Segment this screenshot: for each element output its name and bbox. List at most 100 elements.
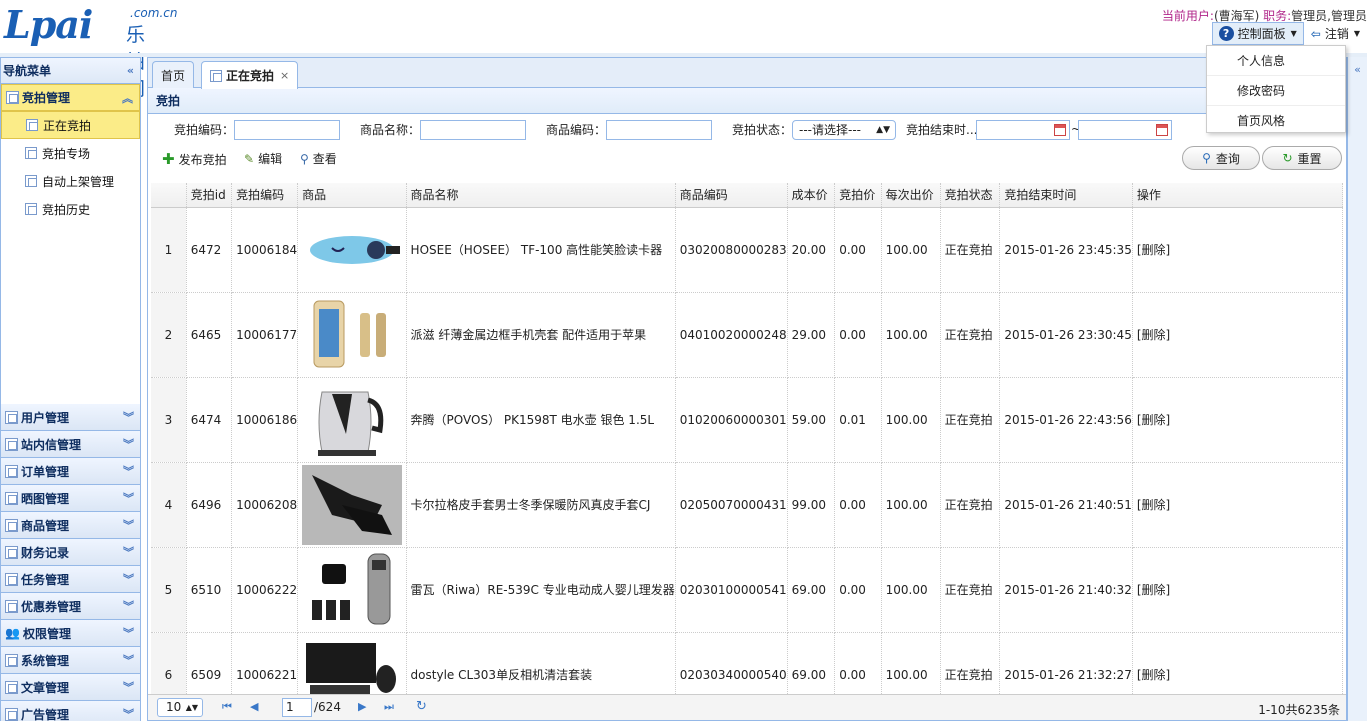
table-row[interactable]: 3 6474 10006186 奔腾（POVOS） PK1598T 电水壶 银色… bbox=[151, 377, 1343, 463]
sidebar-groups: 用户管理 ︾ 站内信管理 ︾ 订单管理 ︾ 晒图管理 ︾ 商品管理 ︾ 财务记录 ︾ 任务管… bbox=[1, 404, 140, 721]
sidebar-group[interactable]: 广告管理 ︾ bbox=[1, 701, 140, 721]
table-row[interactable]: 6 6509 10006221 dostyle CL303单反相机清洁套装 02… bbox=[151, 632, 1343, 696]
main-panel: 首页 正在竞拍 × 竞拍 竞拍编码： 商品名称： 商品编码： 竞拍状态： ---… bbox=[147, 57, 1347, 721]
page-number-input[interactable]: 1 bbox=[282, 698, 312, 717]
collapse-left-icon[interactable]: « bbox=[127, 64, 134, 77]
menu-item-home-theme[interactable]: 首页风格 bbox=[1207, 106, 1345, 136]
first-page-icon[interactable]: ⏮ bbox=[222, 700, 232, 714]
sidebar-group[interactable]: 任务管理 ︾ bbox=[1, 566, 140, 593]
pagination-bar: 10 ▲▼ ⏮ ◀ 1 /624 ▶ ⏭ ↻ 1-10共6235条 bbox=[148, 694, 1346, 720]
row-number: 4 bbox=[151, 462, 187, 548]
sidebar-group[interactable]: 优惠券管理 ︾ bbox=[1, 593, 140, 620]
table-row[interactable]: 2 6465 10006177 派滋 纤薄金属边框手机壳套 配件适用于苹果 04… bbox=[151, 292, 1343, 378]
end-time: 2015-01-26 21:40:32 bbox=[999, 547, 1133, 633]
table-row[interactable]: 5 6510 10006222 雷瓦（Riwa）RE-539C 专业电动成人婴儿… bbox=[151, 547, 1343, 633]
product-code-input[interactable] bbox=[606, 120, 712, 140]
end-time-to-input[interactable] bbox=[1078, 120, 1172, 140]
column-header[interactable]: 商品 bbox=[297, 183, 407, 208]
control-panel-button[interactable]: ? 控制面板 ▼ bbox=[1211, 22, 1304, 45]
product-name: 卡尔拉格皮手套男士冬季保暖防风真皮手套CJ bbox=[406, 462, 676, 548]
auction-code-input[interactable] bbox=[234, 120, 340, 140]
calendar-icon[interactable] bbox=[1054, 124, 1066, 136]
auction-price: 0.01 bbox=[834, 377, 882, 463]
auction-table: 竞拍id 竞拍编码 商品 商品名称 商品编码 成本价 竞拍价 每次出价 竞拍状态… bbox=[151, 183, 1343, 696]
logout-button[interactable]: ⇦ 注销 ▼ bbox=[1304, 22, 1367, 45]
delete-link[interactable]: [删除] bbox=[1132, 207, 1343, 293]
sidebar-item-auto-listing[interactable]: 自动上架管理 bbox=[1, 167, 140, 195]
page-size-value: 10 bbox=[166, 700, 182, 714]
sidebar-group[interactable]: 系统管理 ︾ bbox=[1, 647, 140, 674]
tab-current-auction[interactable]: 正在竞拍 × bbox=[201, 61, 299, 89]
close-icon[interactable]: × bbox=[280, 69, 289, 82]
group-label: 订单管理 bbox=[21, 464, 70, 479]
column-header[interactable]: 竞拍结束时间 bbox=[999, 183, 1133, 208]
column-header[interactable]: 商品编码 bbox=[675, 183, 788, 208]
folder-icon bbox=[5, 437, 18, 451]
table-row[interactable]: 4 6496 10006208 卡尔拉格皮手套男士冬季保暖防风真皮手套CJ 02… bbox=[151, 462, 1343, 548]
view-button[interactable]: ⚲ 查看 bbox=[300, 150, 337, 167]
right-collapse-bar[interactable]: « bbox=[1347, 57, 1367, 721]
table-row[interactable]: 1 6472 10006184 HOSEE（HOSEE） TF-100 高性能笑… bbox=[151, 207, 1343, 293]
delete-link[interactable]: [删除] bbox=[1132, 377, 1343, 463]
column-header[interactable]: 操作 bbox=[1132, 183, 1343, 208]
column-header[interactable]: 竞拍状态 bbox=[940, 183, 1001, 208]
status-select[interactable]: ---请选择--- ▲▼ bbox=[792, 120, 896, 140]
sidebar-item-auction-special[interactable]: 竞拍专场 bbox=[1, 139, 140, 167]
sidebar-group[interactable]: 订单管理 ︾ bbox=[1, 458, 140, 485]
product-code: 02030340000540 bbox=[675, 632, 788, 696]
group-label: 用户管理 bbox=[21, 410, 70, 425]
cost-price: 20.00 bbox=[787, 207, 836, 293]
sidebar-group[interactable]: 文章管理 ︾ bbox=[1, 674, 140, 701]
cost-price: 69.00 bbox=[787, 547, 836, 633]
delete-link[interactable]: [删除] bbox=[1132, 462, 1343, 548]
sidebar-group[interactable]: 晒图管理 ︾ bbox=[1, 485, 140, 512]
product-name-input[interactable] bbox=[420, 120, 526, 140]
column-header[interactable]: 竞拍价 bbox=[834, 183, 882, 208]
sidebar-group[interactable]: 用户管理 ︾ bbox=[1, 404, 140, 431]
row-number: 5 bbox=[151, 547, 187, 633]
magnifier-icon: ⚲ bbox=[300, 151, 309, 166]
column-header[interactable]: 竞拍编码 bbox=[231, 183, 299, 208]
card-reader-image bbox=[302, 210, 402, 290]
page-size-select[interactable]: 10 ▲▼ bbox=[157, 698, 203, 717]
refresh-icon[interactable]: ↻ bbox=[416, 699, 427, 714]
prev-page-icon[interactable]: ◀ bbox=[250, 700, 258, 713]
sidebar-group[interactable]: 商品管理 ︾ bbox=[1, 512, 140, 539]
column-header[interactable]: 成本价 bbox=[787, 183, 836, 208]
column-header[interactable]: 竞拍id bbox=[186, 183, 233, 208]
page-icon bbox=[26, 119, 38, 131]
select-arrows-icon: ▲▼ bbox=[876, 125, 890, 135]
sidebar-item-current-auction[interactable]: 正在竞拍 bbox=[1, 111, 140, 139]
next-page-icon[interactable]: ▶ bbox=[358, 700, 366, 713]
reset-button[interactable]: ↻ 重置 bbox=[1262, 146, 1342, 170]
delete-link[interactable]: [删除] bbox=[1132, 632, 1343, 696]
sidebar-group[interactable]: 👥 权限管理 ︾ bbox=[1, 620, 140, 647]
camera-cleaning-kit-image bbox=[302, 635, 402, 696]
column-header[interactable]: 商品名称 bbox=[406, 183, 676, 208]
auction-id: 6465 bbox=[186, 292, 233, 378]
edit-button[interactable]: ✎ 编辑 bbox=[244, 150, 282, 167]
delete-link[interactable]: [删除] bbox=[1132, 547, 1343, 633]
end-time-from-input[interactable] bbox=[976, 120, 1070, 140]
sidebar-group-auction[interactable]: 竞拍管理 ︽ bbox=[1, 84, 140, 111]
menu-item-change-password[interactable]: 修改密码 bbox=[1207, 76, 1345, 106]
folder-icon bbox=[5, 545, 18, 559]
cost-price: 29.00 bbox=[787, 292, 836, 378]
sidebar-group[interactable]: 财务记录 ︾ bbox=[1, 539, 140, 566]
publish-auction-button[interactable]: ✚ 发布竞拍 bbox=[162, 150, 227, 168]
bid-increment: 100.00 bbox=[881, 632, 941, 696]
role-label: 职务: bbox=[1259, 9, 1292, 23]
search-button[interactable]: ⚲ 查询 bbox=[1182, 146, 1260, 170]
sidebar-group[interactable]: 站内信管理 ︾ bbox=[1, 431, 140, 458]
tab-home[interactable]: 首页 bbox=[152, 61, 195, 88]
panel-title: 竞拍 bbox=[148, 88, 1346, 114]
product-code: 01020060000301 bbox=[675, 377, 788, 463]
calendar-icon[interactable] bbox=[1156, 124, 1168, 136]
column-header[interactable]: 每次出价 bbox=[881, 183, 941, 208]
delete-link[interactable]: [删除] bbox=[1132, 292, 1343, 378]
bid-increment: 100.00 bbox=[881, 292, 941, 378]
sidebar-item-auction-history[interactable]: 竞拍历史 bbox=[1, 195, 140, 223]
last-page-icon[interactable]: ⏭ bbox=[384, 700, 394, 714]
menu-item-profile[interactable]: 个人信息 bbox=[1207, 46, 1345, 76]
auction-status: 正在竞拍 bbox=[940, 547, 1001, 633]
